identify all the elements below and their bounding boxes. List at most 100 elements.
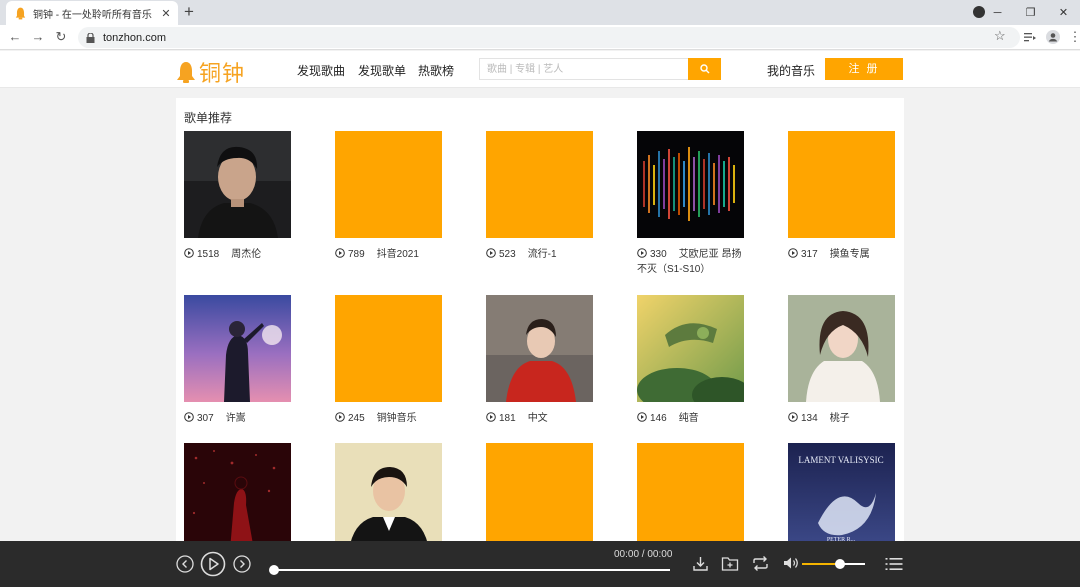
- reading-list-icon[interactable]: [1023, 30, 1037, 44]
- playlist-cover-image[interactable]: [486, 131, 593, 238]
- album-title: LAMENT VALISYSIC: [798, 455, 883, 465]
- playlist-name[interactable]: 周杰伦: [231, 249, 261, 260]
- playlist-card[interactable]: [486, 443, 596, 550]
- forward-icon[interactable]: →: [29, 28, 47, 46]
- window-controls: ─ ❐ ✕: [981, 0, 1080, 25]
- playlist-name[interactable]: 摸鱼专属: [830, 249, 870, 260]
- play-count: 307: [197, 413, 214, 424]
- browser-tab[interactable]: 铜钟 - 在一处聆听所有音乐 ✕: [6, 1, 178, 25]
- search-button[interactable]: [688, 58, 721, 80]
- lock-icon: [86, 32, 95, 43]
- bell-favicon-icon: [15, 7, 26, 19]
- playlist-cover-image[interactable]: [184, 131, 291, 238]
- my-music-link[interactable]: 我的音乐: [767, 62, 815, 79]
- playlist-cover-image[interactable]: [637, 443, 744, 550]
- play-count-icon: [486, 412, 496, 422]
- playlist-card[interactable]: 245 铜钟音乐: [335, 295, 445, 426]
- site-header: 铜钟 发现歌曲 发现歌单 热歌榜 我的音乐 注 册: [0, 51, 1080, 88]
- restore-icon[interactable]: ❐: [1014, 6, 1047, 19]
- playlist-card[interactable]: 134 桃子: [788, 295, 898, 426]
- playlist-cover-image[interactable]: [637, 131, 744, 238]
- tab-close-icon[interactable]: ✕: [160, 7, 172, 20]
- playlist-name[interactable]: 铜钟音乐: [377, 413, 417, 424]
- playlist-cover-image[interactable]: [788, 295, 895, 402]
- playlist-card[interactable]: LAMENT VALISYSIC PETER R...: [788, 443, 898, 550]
- back-icon[interactable]: ←: [6, 28, 24, 46]
- bell-logo-icon: [177, 62, 195, 83]
- playlist-card[interactable]: [637, 443, 747, 550]
- playlist-name[interactable]: 抖音2021: [377, 249, 419, 260]
- window-close-icon[interactable]: ✕: [1047, 6, 1080, 19]
- playlist-section: 歌单推荐 1518 周杰伦 789 抖音2021 523 流行-1 330 艾欧…: [176, 98, 904, 550]
- playlist-card[interactable]: 181 中文: [486, 295, 596, 426]
- search-box: [479, 58, 721, 80]
- play-count-icon: [788, 412, 798, 422]
- bookmark-star-icon[interactable]: ☆: [994, 28, 1006, 44]
- playlist-cover-image[interactable]: [637, 295, 744, 402]
- add-to-folder-icon[interactable]: [721, 555, 739, 572]
- playlist-name[interactable]: 许嵩: [226, 413, 246, 424]
- play-count: 181: [499, 413, 516, 424]
- profile-icon[interactable]: [1046, 30, 1060, 44]
- playlist-card[interactable]: 523 流行-1: [486, 131, 596, 262]
- search-input[interactable]: [480, 59, 688, 80]
- play-count: 330: [650, 249, 667, 260]
- new-tab-button[interactable]: +: [184, 2, 194, 22]
- play-count-icon: [486, 248, 496, 258]
- volume-handle[interactable]: [835, 559, 845, 569]
- playlist-card[interactable]: [335, 443, 445, 550]
- nav-discover-playlists[interactable]: 发现歌单: [358, 62, 406, 79]
- browser-menu-icon[interactable]: ⋮: [1066, 28, 1080, 46]
- download-icon[interactable]: [692, 555, 709, 572]
- playback-time: 00:00 / 00:00: [614, 549, 673, 560]
- play-count: 134: [801, 413, 818, 424]
- browser-toolbar: ← → ↻ tonzhon.com ☆ ⋮: [0, 25, 1080, 50]
- playlist-cover-image[interactable]: [335, 443, 442, 550]
- playlist-card[interactable]: 307 许嵩: [184, 295, 294, 426]
- playlist-cover-image[interactable]: [335, 295, 442, 402]
- register-button[interactable]: 注 册: [825, 58, 903, 80]
- playlist-card[interactable]: [184, 443, 294, 550]
- browser-tab-strip: 铜钟 - 在一处聆听所有音乐 ✕ + ─ ❐ ✕: [0, 0, 1080, 25]
- play-count: 245: [348, 413, 365, 424]
- nav-discover-songs[interactable]: 发现歌曲: [297, 62, 345, 79]
- next-track-icon[interactable]: [233, 555, 251, 573]
- tab-title: 铜钟 - 在一处聆听所有音乐: [33, 9, 152, 21]
- volume-icon[interactable]: [783, 556, 799, 570]
- reload-icon[interactable]: ↻: [52, 28, 70, 46]
- playlist-cover-image[interactable]: [335, 131, 442, 238]
- progress-handle[interactable]: [269, 565, 279, 575]
- play-count: 789: [348, 249, 365, 260]
- playlist-cover-image[interactable]: [184, 443, 291, 550]
- playlist-card[interactable]: 317 摸鱼专属: [788, 131, 898, 262]
- play-count: 1518: [197, 249, 220, 260]
- playlist-card[interactable]: 789 抖音2021: [335, 131, 445, 262]
- site-logo[interactable]: 铜钟: [176, 56, 245, 88]
- playlist-cover-image[interactable]: [486, 443, 593, 550]
- playlist-name[interactable]: 桃子: [830, 413, 850, 424]
- play-count-icon: [184, 248, 194, 258]
- previous-track-icon[interactable]: [176, 555, 194, 573]
- play-count: 146: [650, 413, 667, 424]
- playlist-cover-image[interactable]: [788, 131, 895, 238]
- repeat-icon[interactable]: [751, 555, 770, 572]
- play-count: 523: [499, 249, 516, 260]
- progress-bar[interactable]: [273, 569, 670, 571]
- nav-hot-songs[interactable]: 热歌榜: [418, 62, 454, 79]
- section-title: 歌单推荐: [184, 111, 233, 125]
- playlist-cover-image[interactable]: [486, 295, 593, 402]
- playlist-card[interactable]: 330 艾欧尼亚 昂扬不灭（S1-S10）: [637, 131, 747, 277]
- playlist-name[interactable]: 流行-1: [528, 249, 557, 260]
- playlist-queue-icon[interactable]: [885, 556, 903, 572]
- address-bar[interactable]: tonzhon.com: [78, 27, 1020, 48]
- player-bar: 00:00 / 00:00: [0, 541, 1080, 587]
- playlist-name[interactable]: 中文: [528, 413, 548, 424]
- playlist-name[interactable]: 纯音: [679, 413, 699, 424]
- minimize-icon[interactable]: ─: [981, 7, 1014, 19]
- playlist-card[interactable]: 1518 周杰伦: [184, 131, 294, 262]
- playlist-cover-image[interactable]: LAMENT VALISYSIC PETER R...: [788, 443, 895, 550]
- playlist-card[interactable]: 146 纯音: [637, 295, 747, 426]
- playlist-cover-image[interactable]: [184, 295, 291, 402]
- play-button-icon[interactable]: [200, 551, 226, 577]
- play-count-icon: [335, 248, 345, 258]
